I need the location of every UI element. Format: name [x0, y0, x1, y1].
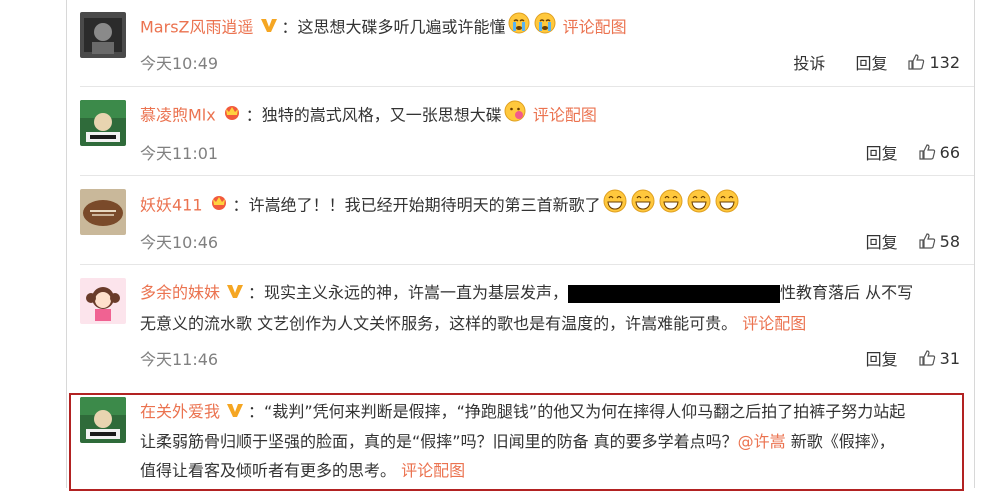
comment-text: 现实主义永远的神，许嵩一直为基层发声，: [264, 283, 569, 302]
comment-body: 慕凌煦Mlx ：独特的嵩式风格，又一张思想大碟 评论配图: [140, 100, 960, 132]
colon: ：: [248, 283, 265, 302]
grin-emoji-icon: [631, 189, 655, 223]
comment-body: 多余的妹妹 ：现实主义永远的神，许嵩一直为基层发声， 性教育落后 从不写无意义的流水…: [140, 278, 960, 339]
username-link[interactable]: 妖妖411: [140, 196, 203, 215]
comment-item: 多余的妹妹 ：现实主义永远的神，许嵩一直为基层发声， 性教育落后 从不写无意义的流水…: [80, 278, 974, 378]
like-count: 31: [939, 348, 960, 368]
reply-button[interactable]: 回复: [866, 229, 898, 253]
feed-right-border: [974, 0, 975, 488]
tongue-out-emoji-icon: [504, 100, 526, 132]
like-button[interactable]: 66: [918, 143, 960, 162]
username-link[interactable]: 在关外爱我: [140, 402, 220, 421]
username-link[interactable]: 多余的妹妹: [140, 283, 220, 302]
crown-badge-icon: [222, 101, 242, 131]
comment-time: 今天11:01: [140, 144, 219, 163]
crown-badge-icon: [209, 191, 229, 221]
comment-actions: 投诉 回复 132: [763, 50, 960, 74]
comment-item: 在关外爱我 ：“裁判”凭何来判断是假摔，“挣跑腿钱”的他又为何在摔得人仰马翻之后拍…: [80, 397, 974, 488]
grin-emoji-icon: [715, 189, 739, 223]
verified-v-icon: [226, 279, 244, 309]
colon: ：: [281, 17, 298, 37]
comment-time: 今天11:46: [140, 350, 219, 369]
like-button[interactable]: 58: [918, 232, 960, 251]
comment-body: 妖妖411 ：许嵩绝了！！我已经开始期待明天的第三首新歌了: [140, 189, 960, 223]
feed-left-border: [66, 0, 67, 488]
reply-button[interactable]: 回复: [855, 50, 887, 74]
divider: [80, 175, 974, 176]
avatar[interactable]: [80, 100, 126, 146]
username-link[interactable]: MarsZ风雨逍遥: [140, 18, 254, 37]
username-link[interactable]: 慕凌煦Mlx: [140, 106, 216, 125]
comment-text: 独特的嵩式风格，又一张思想大碟: [261, 105, 502, 125]
verified-v-icon: [260, 13, 278, 43]
like-count: 58: [939, 231, 960, 251]
comment-image-link[interactable]: 评论配图: [742, 314, 806, 333]
comment-item: 慕凌煦Mlx ：独特的嵩式风格，又一张思想大碟 评论配图 今天11:01 回复 6…: [80, 100, 974, 172]
avatar[interactable]: [80, 12, 126, 58]
avatar[interactable]: [80, 278, 126, 324]
colon: ：: [248, 402, 265, 421]
comment-text: 让柔弱筋骨归顺于坚强的脸面，真的是“假摔”吗？旧闻里的防备 真的要多学着点吗？: [140, 432, 738, 451]
crying-emoji-icon: [534, 12, 556, 44]
comment-text: 新歌《假摔》，: [785, 432, 895, 451]
thumbs-up-icon: [908, 54, 925, 70]
report-button[interactable]: 投诉: [793, 50, 825, 74]
comment-body: MarsZ风雨逍遥 ：这思想大碟多听几遍或许能懂 评论配图: [140, 12, 960, 44]
comment-text: 值得让看客及倾听者有更多的思考。: [140, 461, 397, 480]
comment-text: 性教育落后 从不写: [780, 283, 914, 302]
reply-button[interactable]: 回复: [866, 140, 898, 164]
comment-item: MarsZ风雨逍遥 ：这思想大碟多听几遍或许能懂 评论配图 今天10:49 投诉 …: [80, 12, 974, 84]
divider: [80, 86, 974, 87]
avatar[interactable]: [80, 397, 126, 443]
comment-image-link[interactable]: 评论配图: [533, 106, 597, 125]
thumbs-up-icon: [919, 144, 935, 160]
comment-actions: 回复 66: [836, 140, 960, 164]
crying-emoji-icon: [508, 12, 530, 44]
like-button[interactable]: 132: [907, 53, 960, 72]
mention-link[interactable]: @许嵩: [738, 432, 786, 451]
grin-emoji-icon: [687, 189, 711, 223]
comment-text: “裁判”凭何来判断是假摔，“挣跑腿钱”的他又为何在摔得人仰马翻之后拍了拍裤子努力…: [264, 402, 906, 421]
colon: ：: [232, 195, 249, 215]
like-count: 132: [929, 52, 960, 72]
comment-text: 许嵩绝了！！我已经开始期待明天的第三首新歌了: [248, 195, 601, 215]
thumbs-up-icon: [919, 350, 935, 366]
colon: ：: [245, 105, 262, 125]
comment-time: 今天10:46: [140, 233, 219, 252]
like-button[interactable]: 31: [918, 349, 960, 368]
reply-button[interactable]: 回复: [866, 346, 898, 370]
redaction-bar: [568, 284, 781, 303]
comment-body: 在关外爱我 ：“裁判”凭何来判断是假摔，“挣跑腿钱”的他又为何在摔得人仰马翻之后拍…: [140, 397, 960, 485]
divider: [80, 264, 974, 265]
comment-actions: 回复 31: [836, 346, 960, 370]
verified-v-icon: [226, 398, 244, 427]
comment-item: 妖妖411 ：许嵩绝了！！我已经开始期待明天的第三首新歌了 今天10:46 回复 …: [80, 189, 974, 261]
thumbs-up-icon: [919, 233, 935, 249]
like-count: 66: [939, 142, 960, 162]
comment-actions: 回复 58: [836, 229, 960, 253]
comment-text: 这思想大碟多听几遍或许能懂: [297, 17, 506, 37]
grin-emoji-icon: [603, 189, 627, 223]
grin-emoji-icon: [659, 189, 683, 223]
avatar[interactable]: [80, 189, 126, 235]
comment-text: 无意义的流水歌 文艺创作为人文关怀服务，这样的歌也是有温度的，许嵩难能可贵。: [140, 313, 738, 333]
comment-image-link[interactable]: 评论配图: [401, 461, 465, 480]
comment-image-link[interactable]: 评论配图: [563, 18, 627, 37]
comment-time: 今天10:49: [140, 54, 219, 73]
